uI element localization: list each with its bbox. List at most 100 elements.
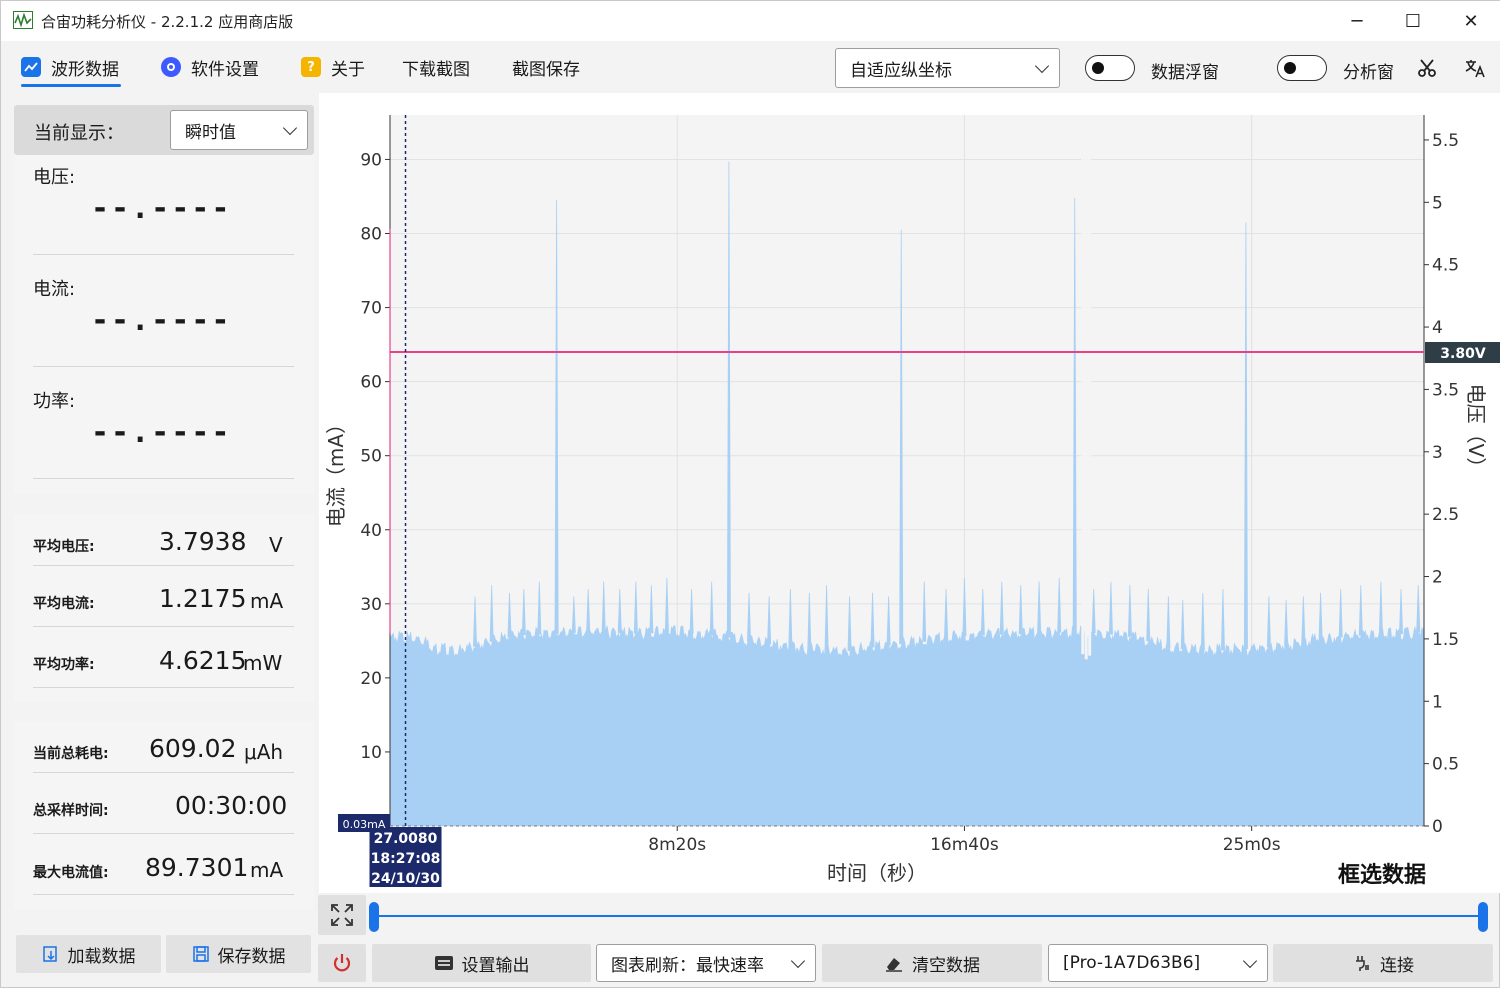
window-title: 合宙功耗分析仪 - 2.2.1.2 应用商店版	[41, 13, 294, 31]
menu-software-settings-label: 软件设置	[191, 59, 259, 80]
current-display-label: 当前显示：	[34, 123, 124, 144]
max-current-value: 89.7301	[145, 853, 249, 882]
chevron-down-icon	[790, 953, 806, 969]
translate-icon[interactable]	[1461, 54, 1489, 82]
set-output-button[interactable]: 设置输出	[372, 944, 591, 982]
help-icon: ?	[301, 57, 321, 77]
divider	[33, 687, 294, 688]
y2-tick-label: 3.5	[1432, 380, 1459, 400]
max-current-label: 最大电流值:	[33, 865, 109, 881]
avg-current-label: 平均电流:	[33, 596, 95, 612]
refresh-rate-value: 图表刷新：最快速率	[611, 955, 764, 976]
display-mode-value: 瞬时值	[185, 122, 236, 143]
y2-tick-label: 4.5	[1432, 256, 1459, 276]
load-data-label: 加载数据	[67, 946, 136, 967]
scissors-icon[interactable]	[1413, 54, 1441, 82]
menu-save-screenshot[interactable]: 截图保存	[512, 53, 580, 81]
maximize-button[interactable]: ☐	[1393, 7, 1433, 35]
y-axis-mode-select[interactable]: 自适应纵坐标	[835, 48, 1060, 88]
tab-waveform-label: 波形数据	[51, 59, 119, 80]
clear-data-label: 清空数据	[912, 955, 980, 976]
save-data-button[interactable]: 保存数据	[166, 935, 311, 973]
menu-about[interactable]: ? 关于	[301, 53, 365, 81]
menu-download-screenshot-label: 下载截图	[402, 59, 470, 80]
avg-voltage-label: 平均电压:	[33, 539, 95, 555]
refresh-rate-select[interactable]: 图表刷新：最快速率	[596, 944, 816, 982]
cursor-time-label: 18:27:08	[371, 851, 441, 867]
y2-tick-label: 2.5	[1432, 505, 1459, 525]
y-tick-label: 80	[360, 225, 382, 245]
y-tick-label: 50	[360, 447, 382, 467]
current-display-bar: 当前显示： 瞬时值	[14, 105, 314, 155]
close-icon: ✕	[1463, 10, 1479, 32]
y-axis-title: 电流（mA）	[324, 414, 348, 527]
y2-tick-label: 5.5	[1432, 131, 1459, 151]
analysis-window-toggle[interactable]	[1277, 55, 1327, 81]
device-select[interactable]: [Pro-1A7D63B6]	[1048, 944, 1268, 982]
divider	[33, 254, 294, 255]
sample-time-value: 00:30:00	[175, 791, 288, 820]
y2-tick-label: 4	[1432, 318, 1443, 338]
y-tick-label: 20	[360, 669, 382, 689]
y-tick-label: 30	[360, 595, 382, 615]
avg-power-label: 平均功率:	[33, 657, 95, 673]
current-dip	[1084, 115, 1088, 660]
avg-current-value: 1.2175	[159, 584, 247, 613]
expand-button[interactable]	[318, 895, 366, 935]
menu-about-label: 关于	[331, 59, 365, 80]
chevron-down-icon	[1034, 58, 1050, 74]
device-value: [Pro-1A7D63B6]	[1063, 953, 1201, 973]
save-data-label: 保存数据	[217, 946, 286, 967]
y-tick-label: 90	[360, 150, 382, 170]
power-button[interactable]	[318, 944, 366, 982]
menu-download-screenshot[interactable]: 下载截图	[402, 53, 470, 81]
y-tick-label: 10	[360, 743, 382, 763]
range-end-handle[interactable]	[1478, 902, 1488, 932]
voltage-label: 电压:	[33, 167, 76, 188]
load-data-button[interactable]: 加载数据	[16, 935, 161, 973]
time-range-track[interactable]	[374, 915, 1484, 917]
power-icon	[333, 954, 351, 972]
avg-voltage-value: 3.7938	[159, 527, 247, 556]
menu-software-settings[interactable]: 软件设置	[161, 53, 259, 81]
current-voltage-chart[interactable]: 10 20 30 40 50 60 70 80 90 0 0.5 1 1.5 2 2.5 3 3.5 4 4.5 5 5…	[319, 93, 1500, 893]
range-start-handle[interactable]	[369, 902, 379, 932]
total-consumption-unit: μAh	[244, 740, 284, 764]
total-consumption-value: 609.02	[149, 734, 237, 763]
maximize-icon: ☐	[1404, 10, 1422, 32]
divider	[33, 626, 294, 627]
connect-button[interactable]: 连接	[1273, 944, 1493, 982]
y2-tick-label: 2	[1432, 568, 1443, 588]
minimize-icon: ─	[1351, 10, 1363, 32]
display-mode-select[interactable]: 瞬时值	[170, 110, 308, 150]
output-settings-icon	[434, 954, 454, 972]
avg-power-unit: mW	[243, 651, 283, 675]
app-logo-icon	[13, 11, 33, 29]
y2-axis-title: 电压（V）	[1464, 384, 1488, 478]
y2-tick-label: 0	[1432, 817, 1443, 837]
divider	[33, 478, 294, 479]
chevron-down-icon	[282, 120, 298, 136]
cursor-value-label: 27.0080	[374, 831, 438, 847]
clear-data-button[interactable]: 清空数据	[822, 944, 1042, 982]
data-float-label: 数据浮窗	[1151, 63, 1219, 83]
avg-voltage-unit: V	[269, 533, 283, 557]
waveform-icon	[21, 57, 41, 77]
x-axis-title: 时间（秒）	[827, 861, 927, 885]
divider	[33, 565, 294, 566]
y-tick-label: 70	[360, 299, 382, 319]
current-value: --.----	[91, 303, 232, 338]
active-tab-indicator	[21, 84, 121, 87]
power-label: 功率:	[33, 391, 76, 412]
frame-select-button[interactable]: 框选数据	[1338, 857, 1426, 889]
data-float-toggle[interactable]	[1085, 55, 1135, 81]
min-current-label: 0.03mA	[343, 818, 386, 831]
fullscreen-icon	[331, 904, 353, 926]
max-current-unit: mA	[250, 858, 284, 882]
current-area	[389, 624, 1425, 827]
close-button[interactable]: ✕	[1451, 7, 1491, 35]
tab-waveform[interactable]: 波形数据	[21, 53, 119, 81]
minimize-button[interactable]: ─	[1337, 7, 1377, 35]
current-dip	[1081, 115, 1085, 655]
avg-current-unit: mA	[250, 589, 284, 613]
